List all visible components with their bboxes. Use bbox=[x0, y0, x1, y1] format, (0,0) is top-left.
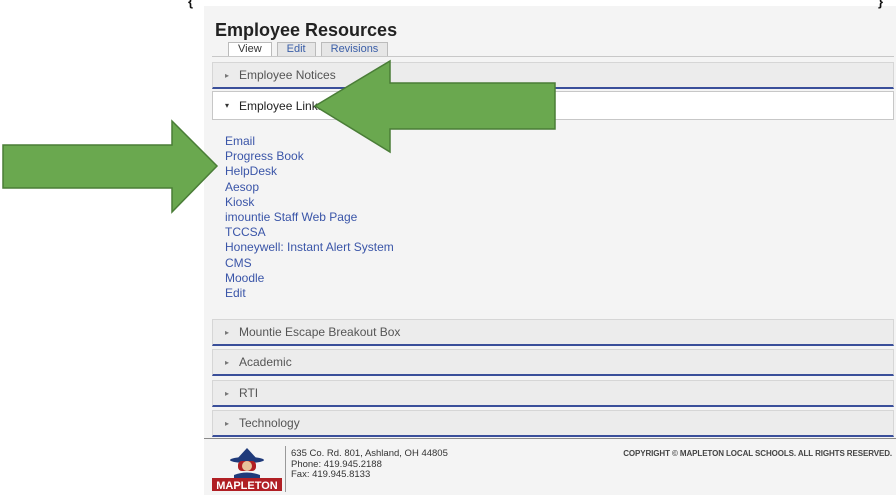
accordion-technology[interactable]: ▸ Technology bbox=[212, 410, 894, 437]
page-tabs: View Edit Revisions bbox=[228, 42, 389, 56]
accordion-label: RTI bbox=[239, 386, 259, 400]
employee-links-list: Email Progress Book HelpDesk Aesop Kiosk… bbox=[225, 134, 394, 301]
page-title: Employee Resources bbox=[215, 20, 398, 40]
contact-info: 635 Co. Rd. 801, Ashland, OH 44805 Phone… bbox=[291, 448, 448, 481]
link-honeywell-instant-alert[interactable]: Honeywell: Instant Alert System bbox=[225, 240, 394, 255]
link-kiosk[interactable]: Kiosk bbox=[225, 195, 394, 210]
tabs-divider bbox=[212, 56, 894, 57]
accordion-mountie-escape-breakout-box[interactable]: ▸ Mountie Escape Breakout Box bbox=[212, 319, 894, 346]
top-right-bracket: } bbox=[878, 0, 884, 9]
footer-separator bbox=[285, 446, 286, 492]
caret-right-icon: ▸ bbox=[224, 70, 229, 80]
link-edit[interactable]: Edit bbox=[225, 286, 394, 301]
tab-revisions[interactable]: Revisions bbox=[320, 42, 389, 56]
address-line: 635 Co. Rd. 801, Ashland, OH 44805 bbox=[291, 448, 448, 459]
tab-edit[interactable]: Edit bbox=[276, 42, 316, 56]
accordion-label: Technology bbox=[239, 416, 300, 430]
link-helpdesk[interactable]: HelpDesk bbox=[225, 164, 394, 179]
link-tccsa[interactable]: TCCSA bbox=[225, 225, 394, 240]
fax-line: Fax: 419.945.8133 bbox=[291, 469, 371, 481]
accordion-rti[interactable]: ▸ RTI bbox=[212, 380, 894, 407]
link-imountie-staff-web-page[interactable]: imountie Staff Web Page bbox=[225, 210, 394, 225]
top-strip bbox=[186, 0, 896, 6]
link-cms[interactable]: CMS bbox=[225, 256, 394, 271]
accordion-label: Mountie Escape Breakout Box bbox=[239, 325, 401, 339]
footer-divider bbox=[204, 438, 896, 439]
top-left-bracket: { bbox=[188, 0, 194, 9]
copyright-notice: COPYRIGHT © MAPLETON LOCAL SCHOOLS. ALL … bbox=[623, 449, 892, 458]
link-aesop[interactable]: Aesop bbox=[225, 180, 394, 195]
mapleton-logo: MAPLETON bbox=[212, 448, 282, 492]
arrow-right-icon bbox=[2, 119, 219, 214]
link-moodle[interactable]: Moodle bbox=[225, 271, 394, 286]
caret-right-icon: ▸ bbox=[224, 357, 229, 367]
caret-right-icon: ▸ bbox=[224, 388, 229, 398]
accordion-label: Employee Links bbox=[239, 98, 324, 113]
caret-right-icon: ▸ bbox=[224, 327, 229, 337]
accordion-academic[interactable]: ▸ Academic bbox=[212, 349, 894, 376]
caret-down-icon: ▾ bbox=[224, 101, 229, 110]
tab-view[interactable]: View bbox=[228, 42, 272, 56]
logo-text: MAPLETON bbox=[216, 480, 278, 492]
arrow-left-icon bbox=[313, 59, 556, 154]
caret-right-icon: ▸ bbox=[224, 418, 229, 428]
accordion-label: Academic bbox=[239, 355, 292, 369]
